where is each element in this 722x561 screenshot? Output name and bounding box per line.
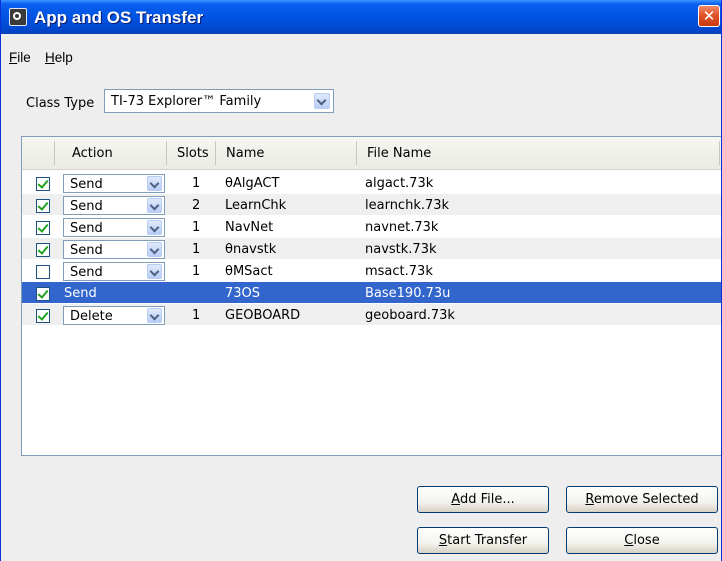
slots-cell: 1: [192, 308, 201, 323]
file-name-cell: learnchk.73k: [365, 198, 450, 213]
menu-bar: File Help: [1, 34, 721, 72]
app-icon: [9, 8, 27, 26]
table-row[interactable]: Send 1 θnavstk navstk.73k: [22, 238, 721, 259]
class-type-select[interactable]: TI-73 Explorer™ Family: [104, 89, 334, 113]
window-title: App and OS Transfer: [34, 8, 204, 27]
transfer-table: Action Slots Name File Name Send 1 θAlgA…: [21, 136, 721, 456]
action-cell: Send: [64, 286, 97, 301]
slots-cell: 1: [192, 264, 201, 279]
title-bar[interactable]: App and OS Transfer ✕: [1, 0, 721, 34]
start-transfer-button[interactable]: Start Transfer: [417, 527, 549, 554]
dropdown-arrow-icon[interactable]: [147, 220, 162, 235]
column-divider[interactable]: [215, 141, 216, 165]
class-type-value: TI-73 Explorer™ Family: [111, 94, 262, 109]
column-header-slots[interactable]: Slots: [177, 146, 209, 161]
action-select[interactable]: Delete: [63, 306, 165, 325]
name-cell: θnavstk: [225, 242, 277, 257]
class-type-label: Class Type: [26, 96, 95, 111]
checkbox-icon[interactable]: [36, 265, 50, 279]
table-row[interactable]: Send 1 θAlgACT algact.73k: [22, 172, 721, 193]
dropdown-arrow-icon[interactable]: [147, 198, 162, 213]
file-name-cell: algact.73k: [365, 176, 434, 191]
close-icon[interactable]: ✕: [698, 5, 720, 27]
action-select[interactable]: Send: [63, 174, 165, 193]
name-cell: GEOBOARD: [225, 308, 301, 323]
dropdown-arrow-icon[interactable]: [147, 242, 162, 257]
name-cell: θMSact: [225, 264, 273, 279]
file-name-cell: navnet.73k: [365, 220, 439, 235]
file-name-cell: msact.73k: [365, 264, 433, 279]
column-header-file-name[interactable]: File Name: [367, 146, 431, 161]
add-file-button[interactable]: Add File...: [417, 486, 549, 513]
dropdown-arrow-icon[interactable]: [314, 93, 330, 109]
column-divider[interactable]: [54, 141, 55, 165]
close-button[interactable]: Close: [566, 527, 718, 554]
table-header: Action Slots Name File Name: [22, 137, 721, 170]
table-row-selected[interactable]: Send 73OS Base190.73u: [22, 282, 721, 303]
checkbox-icon[interactable]: [36, 243, 50, 257]
slots-cell: 1: [192, 176, 201, 191]
app-window: App and OS Transfer ✕ File Help Class Ty…: [0, 0, 722, 561]
slots-cell: 1: [192, 220, 201, 235]
menu-help[interactable]: Help: [45, 50, 73, 65]
checkbox-icon[interactable]: [36, 309, 50, 323]
column-divider[interactable]: [719, 141, 720, 165]
checkbox-icon[interactable]: [36, 199, 50, 213]
menu-file[interactable]: File: [9, 50, 31, 65]
table-row[interactable]: Send 1 θMSact msact.73k: [22, 260, 721, 281]
checkbox-icon[interactable]: [36, 177, 50, 191]
column-divider[interactable]: [166, 141, 167, 165]
table-row[interactable]: Send 1 NavNet navnet.73k: [22, 216, 721, 237]
action-select[interactable]: Send: [63, 218, 165, 237]
action-select[interactable]: Send: [63, 196, 165, 215]
checkbox-icon[interactable]: [36, 287, 50, 301]
slots-cell: 2: [192, 198, 201, 213]
dropdown-arrow-icon[interactable]: [147, 308, 162, 323]
column-header-name[interactable]: Name: [226, 146, 264, 161]
name-cell: NavNet: [225, 220, 274, 235]
action-select[interactable]: Send: [63, 262, 165, 281]
remove-selected-button[interactable]: Remove Selected: [566, 486, 718, 513]
dropdown-arrow-icon[interactable]: [147, 176, 162, 191]
file-name-cell: Base190.73u: [365, 286, 451, 301]
name-cell: θAlgACT: [225, 176, 280, 191]
column-divider[interactable]: [356, 141, 357, 165]
dropdown-arrow-icon[interactable]: [147, 264, 162, 279]
name-cell: 73OS: [225, 286, 261, 301]
checkbox-icon[interactable]: [36, 221, 50, 235]
file-name-cell: navstk.73k: [365, 242, 437, 257]
name-cell: LearnChk: [225, 198, 287, 213]
table-row[interactable]: Delete 1 GEOBOARD geoboard.73k: [22, 304, 721, 325]
file-name-cell: geoboard.73k: [365, 308, 455, 323]
column-header-action[interactable]: Action: [72, 146, 113, 161]
action-select[interactable]: Send: [63, 240, 165, 259]
table-row[interactable]: Send 2 LearnChk learnchk.73k: [22, 194, 721, 215]
slots-cell: 1: [192, 242, 201, 257]
